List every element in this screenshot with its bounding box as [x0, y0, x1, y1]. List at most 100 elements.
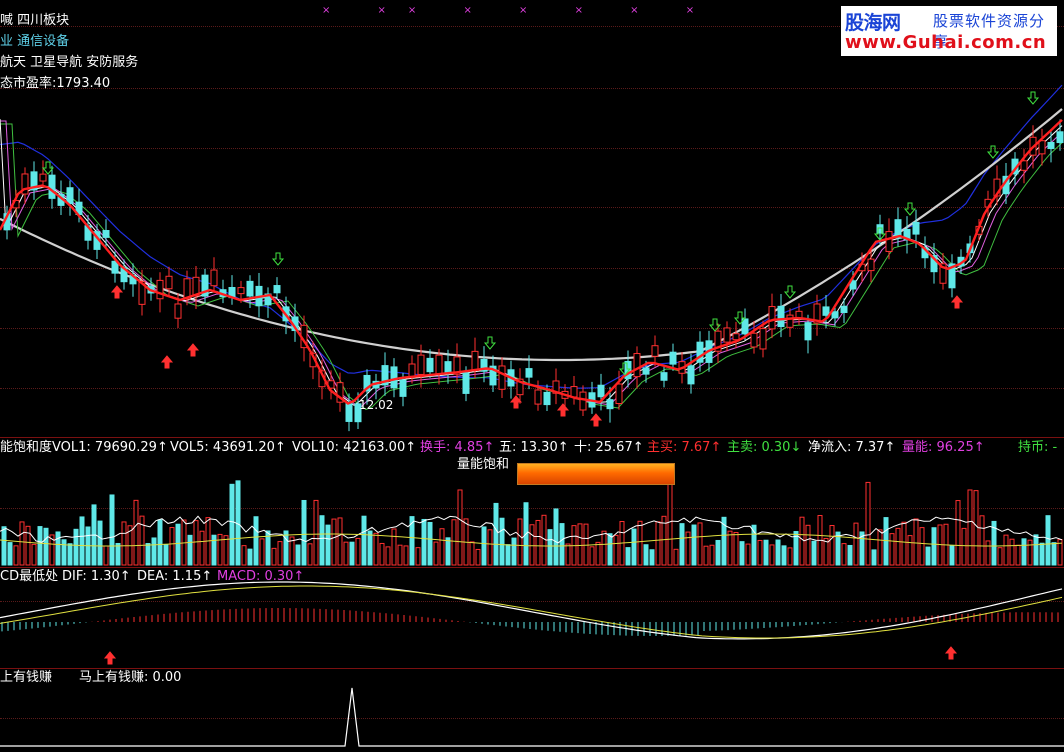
candle-body — [471, 350, 479, 371]
volume-bar — [601, 530, 607, 566]
volume-bar — [415, 547, 421, 566]
vol-indicator-name: 能饱和度 — [0, 440, 53, 455]
volume-bar — [565, 543, 571, 566]
candle-body — [732, 333, 740, 341]
volume-bar — [439, 528, 445, 566]
candle-body — [1056, 131, 1064, 144]
macd-value: MACD: 0.30↑ — [217, 569, 305, 584]
top-marks: × ×× × × × × × — [322, 5, 717, 16]
watermark-banner: 股海网 股票软件资源分享 www.Guhai.com.cn — [841, 6, 1057, 56]
volume-bar — [253, 516, 259, 566]
candle-body — [822, 306, 830, 316]
low-price-label: 12.02 — [359, 398, 394, 412]
volume-bar — [25, 525, 31, 566]
volume-bar — [841, 543, 847, 566]
volume-bar — [703, 545, 709, 566]
volume-bar — [283, 530, 289, 566]
volume-bar — [163, 544, 169, 566]
candle-body — [777, 305, 785, 328]
candle-body — [867, 258, 875, 272]
candle-body — [579, 391, 587, 411]
candle-body — [750, 332, 758, 348]
vol5-value: VOL5: 43691.20↑ — [170, 440, 286, 455]
volume-bar — [607, 533, 613, 566]
volume-bar — [145, 543, 151, 566]
volume-bar — [637, 520, 643, 566]
watermark-logo: 股海网 — [845, 12, 901, 34]
five-day-value: 五: 13.30↑ — [499, 440, 569, 455]
vol10-value: VOL10: 42163.00↑ — [292, 440, 417, 455]
candle-body — [174, 303, 182, 319]
vol1-value: VOL1: 79690.29↑ — [52, 440, 168, 455]
volume-bar — [673, 548, 679, 566]
volume-bar — [883, 517, 889, 566]
candle-body — [543, 391, 551, 406]
buy-arrow-icon — [944, 646, 958, 660]
volume-bar — [589, 546, 595, 566]
volume-bar — [1003, 534, 1009, 566]
volume-bar — [931, 527, 937, 566]
sell-arrow-icon — [783, 285, 797, 299]
dif-line — [0, 581, 1063, 640]
volume-bar — [679, 523, 685, 566]
volume-bar — [727, 530, 733, 566]
volume-bar — [61, 539, 67, 566]
volume-bar — [763, 539, 769, 566]
volume-bar — [757, 539, 763, 566]
volume-bar — [613, 534, 619, 566]
volume-bar — [625, 547, 631, 566]
volume-bar — [121, 521, 127, 566]
volume-bar — [31, 543, 37, 566]
candle-body — [210, 269, 218, 287]
volume-bar — [325, 524, 331, 566]
volume-bar — [853, 522, 859, 566]
volume-bar — [313, 499, 319, 566]
volume-bar — [655, 521, 661, 566]
chart-graphics — [0, 84, 1064, 747]
signal-value: 马上有钱赚: 0.00 — [79, 670, 182, 685]
volume-bar — [445, 537, 451, 566]
candle-body — [408, 363, 416, 378]
volume-bar — [949, 545, 955, 566]
candle-body — [840, 305, 848, 313]
volume-bar — [295, 544, 301, 566]
candle-body — [606, 399, 614, 410]
volume-bar — [67, 543, 73, 566]
volume-bar — [709, 544, 715, 566]
volume-bar — [43, 527, 49, 566]
volume-bar — [487, 529, 493, 566]
volume-bar — [307, 543, 313, 566]
volume-bar — [745, 543, 751, 566]
volume-bar — [373, 532, 379, 566]
volume-bar — [367, 530, 373, 566]
volume-bar — [19, 521, 25, 566]
volume-bar — [493, 502, 499, 566]
volume-bar — [643, 544, 649, 566]
volume-bar — [697, 522, 703, 566]
volume-bar — [199, 530, 205, 566]
candle-body — [66, 187, 74, 205]
sell-arrow-icon — [271, 252, 285, 266]
candle-body — [39, 173, 47, 182]
volume-bar — [391, 528, 397, 566]
candle-body — [759, 328, 767, 350]
volume-bar — [379, 542, 385, 566]
main-sell-value: 主卖: 0.30↓ — [727, 440, 802, 455]
candle-body — [669, 351, 677, 365]
volume-bar — [271, 547, 277, 566]
volume-bar — [139, 515, 145, 566]
volume-bar — [1051, 542, 1057, 566]
volume-bar — [301, 499, 307, 566]
volume-bar — [79, 516, 85, 566]
volume-bar — [871, 549, 877, 566]
volume-bar — [481, 526, 487, 566]
candle-body — [525, 368, 533, 378]
industry-line: 业 通信设备 — [0, 34, 70, 49]
volume-bar — [169, 527, 175, 566]
volume-bar — [109, 494, 115, 566]
volume-bar — [685, 531, 691, 566]
dif-value: DIF: 1.30↑ — [62, 569, 131, 584]
candle-body — [651, 345, 659, 357]
volume-bar — [799, 516, 805, 566]
volume-bar — [457, 489, 463, 566]
